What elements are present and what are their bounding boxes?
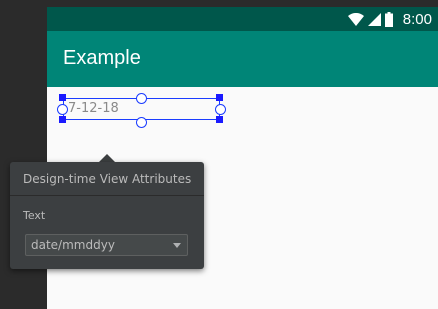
text-field-label: Text [23,209,46,222]
resize-handle-bottom-left[interactable] [59,116,66,123]
constraint-anchor-left[interactable] [57,104,68,115]
cellular-signal-icon [367,12,381,26]
resize-handle-top-left[interactable] [59,94,66,101]
status-time: 8:00 [402,10,432,28]
date-text: 7-12-18 [68,101,119,116]
layout-editor-canvas: 8:00 Example 7-12-18 Design-time View At… [0,0,438,309]
text-attribute-combobox[interactable]: date/mmddyy [25,234,188,256]
chevron-down-icon[interactable] [173,243,181,248]
resize-handle-top-right[interactable] [216,94,223,101]
constraint-anchor-bottom[interactable] [136,117,147,128]
battery-icon [384,11,393,27]
popup-pointer [99,154,115,162]
popup-divider [10,195,204,196]
constraint-anchor-right[interactable] [215,104,226,115]
status-icons: 8:00 [347,9,432,29]
design-time-attributes-popup: Design-time View Attributes Text date/mm… [10,162,204,269]
app-title: Example [63,47,141,69]
status-bar: 8:00 [47,7,438,31]
constraint-anchor-top[interactable] [136,93,147,104]
resize-handle-bottom-right[interactable] [216,116,223,123]
app-bar: Example [47,31,438,87]
combobox-value: date/mmddyy [31,238,115,252]
wifi-icon [347,12,364,26]
popup-title: Design-time View Attributes [23,172,192,186]
